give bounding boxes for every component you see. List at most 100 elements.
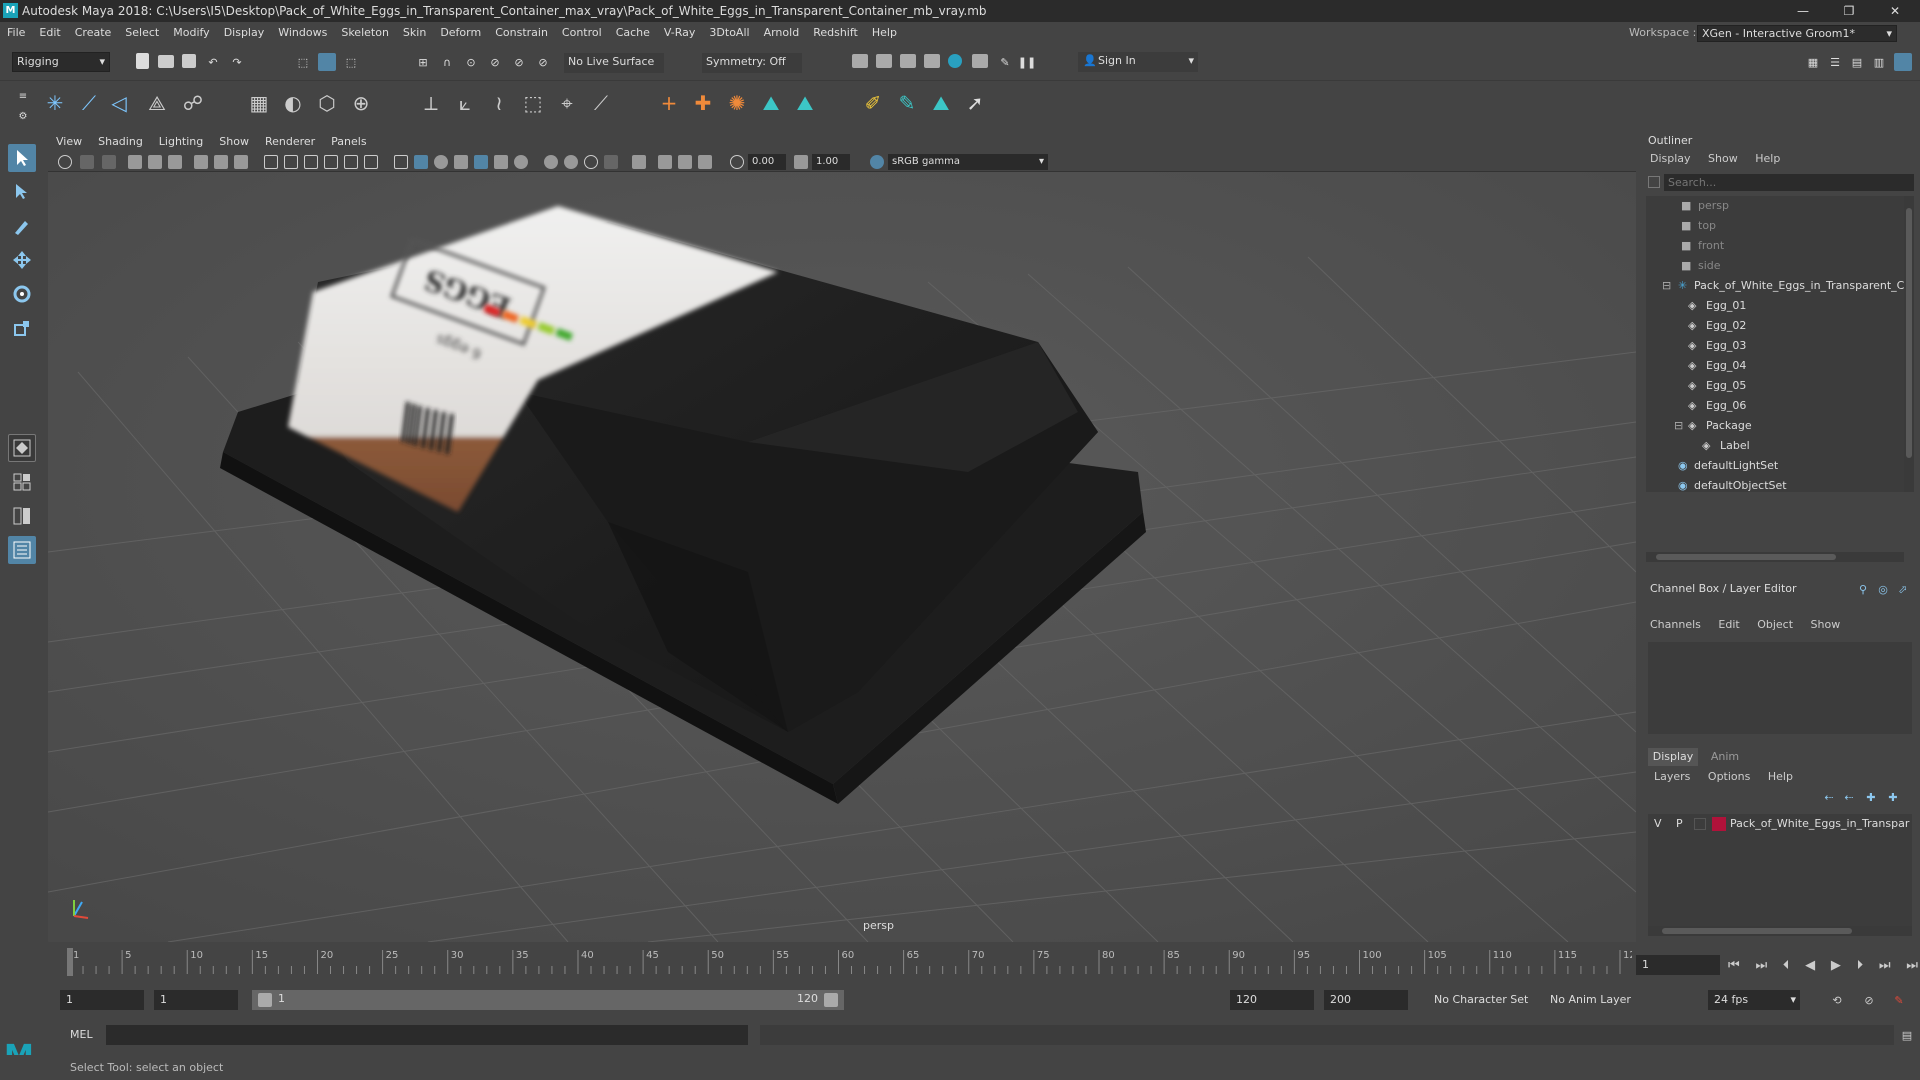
select-tool-icon[interactable] [8, 144, 36, 172]
layer-menu-help[interactable]: Help [1768, 770, 1793, 783]
paint-weights-icon[interactable]: ✎ [898, 91, 916, 115]
smooth-shade-icon[interactable] [414, 155, 428, 169]
menu-display[interactable]: Display [217, 22, 272, 44]
ipr-render-icon[interactable] [900, 54, 916, 68]
camera-select-icon[interactable] [58, 155, 72, 169]
viewport-menu-panels[interactable]: Panels [323, 132, 374, 152]
image-plane-icon[interactable] [148, 155, 162, 169]
menu-skeleton[interactable]: Skeleton [334, 22, 396, 44]
channelbox-menu-show[interactable]: Show [1811, 618, 1841, 631]
soft-mod-icon[interactable]: ⌖ [558, 91, 576, 115]
cluster-icon[interactable]: ⊕ [352, 91, 370, 115]
outliner-item-egg-01[interactable]: ◈ Egg_01 [1646, 296, 1906, 316]
parent-constraint-icon[interactable]: ⛰ [796, 91, 814, 115]
outliner-item-group[interactable]: ⊟ ✳ Pack_of_White_Eggs_in_Transparent_Co [1646, 276, 1911, 296]
outliner-horizontal-scrollbar[interactable] [1646, 552, 1904, 562]
2d-pan-icon[interactable] [168, 155, 182, 169]
search-options-icon[interactable] [1648, 176, 1660, 188]
outliner-vertical-scrollbar[interactable] [1904, 196, 1914, 492]
collapse-icon[interactable]: ⊟ [1674, 416, 1683, 436]
collapse-icon[interactable]: ⊟ [1662, 276, 1671, 296]
point-constraint-icon[interactable]: ✚ [694, 91, 712, 115]
loop-icon[interactable]: ⟲ [1828, 991, 1846, 1009]
play-forward-icon[interactable]: ▶ [1831, 958, 1841, 973]
select-joint-icon[interactable]: ➚ [966, 91, 984, 115]
menu-edit[interactable]: Edit [32, 22, 67, 44]
menu-vray[interactable]: V-Ray [657, 22, 703, 44]
joint-tool-icon[interactable]: ✳ [46, 91, 64, 115]
exposure-field[interactable]: 0.00 [748, 154, 786, 170]
render-sequence-icon[interactable] [876, 54, 892, 68]
outliner-item-default-object-set[interactable]: ◉ defaultObjectSet [1646, 476, 1906, 496]
outliner-menu-display[interactable]: Display [1650, 152, 1691, 165]
tool-settings-icon[interactable]: ▤ [1848, 53, 1866, 71]
four-view-layout-icon[interactable] [8, 468, 36, 496]
layer-display-type[interactable] [1694, 818, 1706, 830]
channelbox-menu-edit[interactable]: Edit [1718, 618, 1739, 631]
orient-constraint-icon[interactable]: ⛰ [762, 91, 780, 115]
channelbox-icon-a[interactable]: ⚲ [1854, 580, 1872, 598]
lasso-tool-icon[interactable] [8, 178, 36, 206]
move-tool-icon[interactable] [8, 246, 36, 274]
current-frame-indicator[interactable] [67, 948, 73, 976]
select-object-icon[interactable] [318, 53, 336, 71]
menu-arnold[interactable]: Arnold [757, 22, 807, 44]
menu-help[interactable]: Help [865, 22, 904, 44]
outliner-item-egg-06[interactable]: ◈ Egg_06 [1646, 396, 1906, 416]
symmetry-field[interactable]: Symmetry: Off [702, 53, 802, 73]
outliner-item-egg-04[interactable]: ◈ Egg_04 [1646, 356, 1906, 376]
play-backward-icon[interactable]: ◀ [1805, 958, 1815, 973]
outliner-toggle-icon[interactable] [1894, 53, 1912, 71]
channelbox-icon-c[interactable]: ⬀ [1894, 580, 1912, 598]
default-material-icon[interactable] [434, 155, 448, 169]
render-settings-icon[interactable] [924, 54, 940, 68]
pole-vector-icon[interactable]: ⛰ [932, 91, 950, 115]
humanik-icon[interactable]: ☍ [183, 91, 203, 115]
set-driven-key-icon[interactable]: ✐ [864, 91, 882, 115]
snap-surface-icon[interactable]: ⊘ [510, 53, 528, 71]
locator-icon[interactable]: + [660, 91, 678, 115]
step-back-key-icon[interactable]: ⏭ [1755, 958, 1767, 973]
isolate-select-icon[interactable] [632, 155, 646, 169]
menuset-select[interactable]: Rigging ▾ [12, 52, 110, 72]
menu-cache[interactable]: Cache [609, 22, 657, 44]
smooth-bind-icon[interactable]: ◐ [284, 91, 302, 115]
new-scene-icon[interactable] [136, 53, 149, 69]
tab-display[interactable]: Display [1648, 748, 1698, 766]
outliner-item-side[interactable]: ■ side [1646, 256, 1906, 276]
channelbox-icon-b[interactable]: ◎ [1874, 580, 1892, 598]
menu-select[interactable]: Select [118, 22, 166, 44]
snap-curve-icon[interactable]: ∩ [438, 53, 456, 71]
workspace-select[interactable]: XGen - Interactive Groom1* ▾ [1697, 25, 1897, 42]
layer-menu-options[interactable]: Options [1708, 770, 1750, 783]
safe-action-icon[interactable] [344, 155, 358, 169]
shelf-menu-icon[interactable]: ≡ [14, 87, 32, 105]
outliner-item-default-light-set[interactable]: ◉ defaultLightSet [1646, 456, 1906, 476]
sculpt-deformer-icon[interactable]: ⬚ [524, 91, 543, 115]
maximize-button[interactable]: ❐ [1826, 0, 1872, 22]
pause-icon[interactable]: ❚❚ [1018, 53, 1036, 71]
exposure-icon[interactable] [730, 155, 744, 169]
camera-lock-icon[interactable] [80, 155, 94, 169]
undo-icon[interactable]: ↶ [204, 53, 222, 71]
sign-in-button[interactable]: 👤 Sign In ▾ [1078, 52, 1198, 72]
close-button[interactable]: ✕ [1872, 0, 1918, 22]
command-input[interactable] [106, 1025, 748, 1045]
minimize-button[interactable]: — [1780, 0, 1826, 22]
menu-create[interactable]: Create [68, 22, 119, 44]
outliner-item-egg-03[interactable]: ◈ Egg_03 [1646, 336, 1906, 356]
new-layer-icon[interactable]: ✚ [1862, 788, 1880, 806]
layer-visibility-toggle[interactable]: V [1654, 814, 1662, 834]
scale-tool-icon[interactable] [8, 314, 36, 342]
field-chart-icon[interactable] [324, 155, 338, 169]
outliner-item-egg-05[interactable]: ◈ Egg_05 [1646, 376, 1906, 396]
layer-horizontal-scrollbar[interactable] [1648, 926, 1912, 936]
viewport-menu-renderer[interactable]: Renderer [257, 132, 323, 152]
outliner-menu-show[interactable]: Show [1708, 152, 1738, 165]
snap-view-icon[interactable]: ⊘ [486, 53, 504, 71]
snap-vertex-icon[interactable]: ⊘ [534, 53, 552, 71]
blend-shape-icon[interactable]: ⟂ [422, 91, 440, 115]
menu-skin[interactable]: Skin [396, 22, 433, 44]
select-component-icon[interactable]: ⬚ [342, 53, 360, 71]
new-layer-selected-icon[interactable]: ✚ [1884, 788, 1902, 806]
